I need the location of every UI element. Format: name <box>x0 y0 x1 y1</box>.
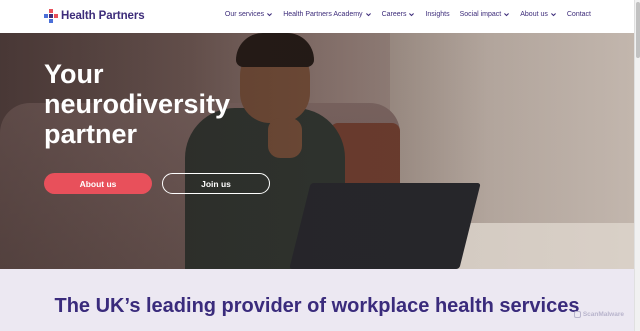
nav-academy[interactable]: Health Partners Academy <box>283 11 371 18</box>
nav-insights[interactable]: Insights <box>425 11 449 18</box>
nav-our-services[interactable]: Our services <box>225 11 273 18</box>
logo-text: Health Partners <box>61 10 145 22</box>
nav-label: Our services <box>224 11 265 18</box>
site-header: Health Partners Our services Health Part… <box>0 0 634 33</box>
about-us-button[interactable]: About us <box>44 173 152 194</box>
scanmalware-logo-icon <box>573 311 581 318</box>
page-scrollbar[interactable] <box>634 0 640 331</box>
chevron-down-icon <box>365 13 371 17</box>
health-partners-logo-icon <box>44 9 58 23</box>
chevron-down-icon <box>409 13 415 17</box>
join-us-button[interactable]: Join us <box>162 173 270 194</box>
hero-section: Your neurodiversity partner About us Joi… <box>0 33 634 269</box>
nav-label: Health Partners Academy <box>283 11 363 18</box>
watermark-text: ScanMalware <box>582 311 624 318</box>
watermark: ScanMalware <box>573 311 624 318</box>
nav-careers[interactable]: Careers <box>382 11 416 18</box>
nav-social-impact[interactable]: Social impact <box>460 11 511 18</box>
nav-label: Contact <box>566 11 591 18</box>
chevron-down-icon <box>550 13 556 17</box>
chevron-down-icon <box>504 13 510 17</box>
chevron-down-icon <box>267 13 273 17</box>
section-heading: The UK’s leading provider of workplace h… <box>54 295 580 317</box>
main-nav: Our services Health Partners Academy Car… <box>225 11 591 18</box>
intro-section: The UK’s leading provider of workplace h… <box>0 269 634 331</box>
nav-about-us[interactable]: About us <box>520 11 557 18</box>
nav-contact[interactable]: Contact <box>567 11 591 18</box>
nav-label: Careers <box>381 11 407 18</box>
hero-title: Your neurodiversity partner <box>44 59 231 149</box>
nav-label: About us <box>520 11 548 18</box>
site-logo[interactable]: Health Partners <box>44 9 145 23</box>
nav-label: Insights <box>425 11 450 18</box>
nav-label: Social impact <box>459 11 502 18</box>
scrollbar-thumb[interactable] <box>636 2 640 58</box>
